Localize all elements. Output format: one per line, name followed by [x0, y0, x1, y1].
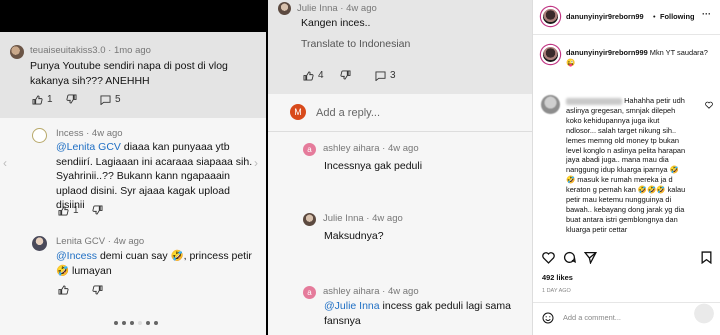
heart-icon[interactable] [705, 101, 713, 109]
replies-button[interactable]: 3 [375, 70, 396, 81]
reply-count: 3 [390, 70, 396, 81]
youtube-comments-panel-left: teuaiseuitakiss3.0 · 1mo ago Punya Youtu… [0, 32, 266, 335]
like-button[interactable]: 4 [303, 70, 324, 81]
thumbs-up-icon [303, 70, 314, 81]
profile-avatar[interactable] [541, 7, 560, 26]
mention-link[interactable]: @Lenita GCV [56, 141, 121, 153]
carousel-next-icon[interactable]: › [254, 156, 262, 170]
comment-text: Maksudnya? [324, 230, 384, 242]
comment: Hahahha petir udh aslinya gregesan, smnj… [566, 96, 686, 235]
instagram-post-panel: danunyinyir9reborn99 • Following ··· dan… [532, 0, 720, 335]
user-avatar[interactable] [32, 128, 47, 143]
comment-time: 4w ago [346, 3, 377, 14]
share-icon[interactable] [584, 251, 597, 264]
carousel-prev-icon[interactable]: ‹ [3, 156, 11, 170]
caption-username[interactable]: danunyinyir9reborn999 [566, 48, 648, 57]
comment-time: 4w ago [387, 286, 419, 297]
top-comment-bg-extension [430, 0, 532, 94]
user-avatar[interactable] [303, 213, 316, 226]
comment-time: 4w ago [113, 236, 145, 247]
thumbs-down-icon [340, 70, 351, 80]
comment-icon [100, 94, 111, 105]
comment-meta: Lenita GCV · 4w ago [56, 236, 145, 247]
reply-row-bg-extension [430, 94, 532, 132]
blurred-username [566, 97, 622, 105]
post-date: 1 DAY AGO [542, 288, 571, 294]
add-comment-input[interactable]: Add a comment... [563, 313, 621, 323]
youtube-comments-panel-middle: Julie Inna · 4w ago Kangen inces.. Trans… [268, 0, 430, 335]
watermark-ghost [680, 292, 720, 335]
add-reply-input[interactable]: Add a reply... [316, 106, 380, 121]
comment-text: @Incess demi cuan say 🤣, princess petir … [56, 249, 258, 278]
comment-text: Punya Youtube sendiri napa di post di vl… [30, 60, 228, 87]
user-avatar[interactable]: a [303, 143, 316, 156]
comment-username[interactable]: Julie Inna [323, 213, 364, 224]
thumbs-up-icon [58, 285, 69, 295]
comment-time: 4w ago [91, 128, 123, 139]
post-header: danunyinyir9reborn99 • Following ··· [533, 0, 720, 35]
mention-link[interactable]: @Incess [56, 250, 97, 262]
thumbs-down-icon [92, 205, 103, 215]
comment-username[interactable]: Incess [56, 128, 83, 139]
emoji-icon[interactable] [542, 312, 554, 324]
bookmark-icon[interactable] [701, 251, 712, 264]
like-count: 1 [47, 94, 53, 105]
comment-username[interactable]: Lenita GCV [56, 236, 105, 247]
comment-meta: Julie Inna · 4w ago [297, 3, 377, 14]
comment-username[interactable]: Julie Inna [297, 3, 338, 14]
comment-username[interactable]: ashley aihara [323, 143, 380, 154]
comment-text: @Lenita GCV diaaa kan punyaaa ytb sendii… [56, 140, 260, 213]
comment-username[interactable]: ashley aihara [323, 286, 380, 297]
thumbs-down-icon [66, 94, 77, 104]
dislike-button[interactable] [92, 205, 103, 215]
translate-link[interactable]: Translate to Indonesian [301, 37, 410, 52]
dislike-button[interactable] [66, 94, 77, 104]
screenshot-collage: teuaiseuitakiss3.0 · 1mo ago Punya Youtu… [0, 0, 720, 335]
comment-text: Hahahha petir udh aslinya gregesan, smnj… [566, 96, 686, 234]
user-avatar[interactable]: a [303, 286, 316, 299]
comment-meta: Julie Inna · 4w ago [323, 213, 403, 224]
thumbs-up-icon [32, 94, 43, 105]
replies-button[interactable]: 5 [100, 94, 121, 105]
comment-meta: Incess · 4w ago [56, 128, 123, 139]
commenter-avatar[interactable] [541, 95, 560, 114]
following-button[interactable]: Following [660, 12, 694, 22]
likes-count[interactable]: 492 likes [542, 273, 573, 283]
comment-username[interactable]: teuaiseuitakiss3.0 [30, 45, 106, 56]
comment-text: Incessnya gak peduli [324, 160, 423, 172]
comment-meta: teuaiseuitakiss3.0 · 1mo ago [30, 45, 151, 56]
caption-avatar[interactable] [541, 45, 560, 64]
comment-time: 4w ago [387, 143, 419, 154]
comment-icon [375, 70, 386, 81]
reply-count: 5 [115, 94, 121, 105]
thumbs-down-icon [92, 285, 103, 295]
caption: danunyinyir9reborn999 Mkn YT saudara? 😜 [566, 48, 716, 68]
profile-username[interactable]: danunyinyir9reborn99 [566, 12, 644, 22]
comment-meta: ashley aihara · 4w ago [323, 286, 419, 297]
comment-time: 4w ago [372, 213, 403, 224]
dislike-button[interactable] [92, 285, 103, 295]
like-count: 4 [318, 70, 324, 81]
like-count: 1 [73, 205, 79, 216]
comment-time: 1mo ago [113, 45, 151, 56]
follow-separator: • [653, 12, 656, 21]
heart-icon[interactable] [542, 251, 555, 264]
like-button[interactable]: 1 [32, 94, 53, 105]
comment-icon[interactable] [563, 251, 576, 264]
dislike-button[interactable] [340, 70, 351, 80]
mention-link[interactable]: @Julie Inna [324, 300, 380, 312]
comment-meta: ashley aihara · 4w ago [323, 143, 419, 154]
user-avatar[interactable] [10, 45, 24, 59]
current-user-avatar: M [290, 104, 306, 120]
comment-text-overlay: @Julie Inna incess gak peduli lagi sama … [324, 299, 524, 328]
like-button[interactable] [58, 285, 69, 295]
carousel-dots [114, 321, 158, 325]
more-options-icon[interactable]: ··· [702, 9, 711, 20]
user-avatar[interactable] [278, 2, 291, 15]
comment-text: Kangen inces.. [301, 17, 371, 29]
thumbs-up-icon [58, 205, 69, 216]
like-button[interactable]: 1 [58, 205, 79, 216]
user-avatar[interactable] [32, 236, 47, 251]
